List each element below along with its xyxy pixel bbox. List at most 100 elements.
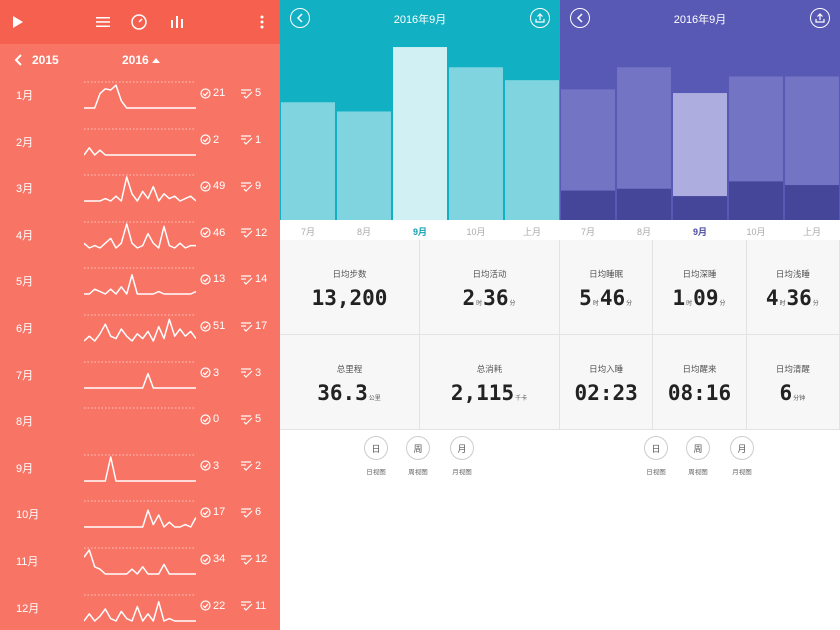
stat-unit: 时: [476, 301, 483, 307]
month-bar[interactable]: [281, 102, 335, 220]
check-list-icon: [241, 275, 253, 285]
caret-up-icon[interactable]: [152, 57, 160, 63]
chevron-left-icon[interactable]: [13, 54, 23, 66]
month-label: 2月: [16, 136, 34, 149]
month-row[interactable]: 5月 13 14: [0, 262, 280, 308]
month-tab[interactable]: 10月: [728, 225, 784, 238]
check-count: 12: [240, 553, 267, 565]
month-sparkline: [84, 128, 196, 156]
month-row[interactable]: 11月 34 12: [0, 542, 280, 588]
month-tab[interactable]: 上月: [784, 225, 840, 238]
month-row[interactable]: 3月 49 9: [0, 169, 280, 215]
month-row[interactable]: 2月 2 1: [0, 123, 280, 169]
month-label: 7月: [16, 369, 34, 382]
month-bar[interactable]: [393, 47, 447, 220]
month-tab[interactable]: 8月: [336, 225, 392, 238]
stat-value: 5时46分: [560, 286, 652, 310]
month-sparkline: [84, 407, 196, 409]
month-row[interactable]: 7月 3 3: [0, 356, 280, 402]
month-tab[interactable]: 7月: [560, 225, 616, 238]
stat-number: 2,115: [450, 381, 515, 405]
sleep-header: 2016年9月: [560, 0, 840, 36]
month-bar[interactable]: [505, 80, 559, 220]
month-tab[interactable]: 9月: [672, 225, 728, 238]
month-row[interactable]: 9月 3 2: [0, 449, 280, 495]
month-tab[interactable]: 8月: [616, 225, 672, 238]
stat-unit: 分钟: [793, 396, 806, 402]
goal-count: 17: [200, 506, 225, 518]
month-row[interactable]: 4月 46 12: [0, 216, 280, 262]
steps-stats-grid: 日均步数 13,200 日均活动 2时36分 总里程 36.3公里 总消耗 2,115千卡: [280, 240, 560, 430]
view-button-week[interactable]: 周: [406, 436, 430, 460]
check-list-icon: [241, 415, 253, 425]
stat-label: 总消耗: [476, 364, 503, 374]
view-label: 日视图: [366, 469, 386, 476]
stat-cell: 总里程 36.3公里: [280, 335, 420, 430]
check-count: 1: [240, 134, 261, 146]
month-bar[interactable]: [337, 111, 391, 220]
month-label: 4月: [16, 229, 34, 242]
view-label: 周视图: [408, 469, 428, 476]
sleep-panel: 2016年9月 7月 8月 9月 10月 上月 日均睡眠 5时46分 日均深睡 1时09分 日均…: [560, 0, 840, 630]
view-button-week[interactable]: 周: [686, 436, 710, 460]
stat-unit: 公里: [368, 396, 381, 402]
month-row[interactable]: 8月 0 5: [0, 402, 280, 448]
check-count-value: 12: [255, 226, 268, 239]
month-sparkline: [84, 454, 196, 482]
month-sparkline: [84, 547, 196, 575]
view-button-month[interactable]: 月: [450, 436, 474, 460]
steps-header: 2016年9月: [280, 0, 560, 36]
month-tab[interactable]: 7月: [280, 225, 336, 238]
month-bar[interactable]: [449, 67, 503, 220]
stat-cell: 日均活动 2时36分: [420, 240, 560, 335]
view-button-day[interactable]: 日: [644, 436, 668, 460]
stat-unit: 分: [719, 301, 726, 307]
current-year-label[interactable]: 2016: [122, 53, 149, 67]
share-button[interactable]: [810, 8, 830, 28]
view-button-day[interactable]: 日: [364, 436, 388, 460]
deep-sleep-bar: [617, 188, 671, 220]
month-sparkline: [84, 361, 196, 389]
month-row[interactable]: 12月 22 11: [0, 589, 280, 630]
bar-chart-icon[interactable]: [168, 13, 186, 31]
share-icon: [815, 13, 825, 23]
month-label: 5月: [16, 276, 34, 289]
month-label: 11月: [16, 556, 39, 568]
month-row[interactable]: 10月 17 6: [0, 495, 280, 541]
stat-cell: 日均醒来 08:16: [653, 335, 747, 430]
month-tab[interactable]: 10月: [448, 225, 504, 238]
month-row[interactable]: 1月 21 5: [0, 76, 280, 122]
list-icon[interactable]: [94, 13, 112, 31]
month-row[interactable]: 6月 51 17: [0, 309, 280, 355]
goal-count: 13: [200, 273, 225, 285]
share-button[interactable]: [530, 8, 550, 28]
sleep-bar-chart: [560, 36, 840, 220]
stat-value: 1时09分: [653, 286, 745, 310]
stat-number: 2: [462, 286, 476, 310]
stat-cell: 日均睡眠 5时46分: [560, 240, 654, 335]
month-tab[interactable]: 9月: [392, 225, 448, 238]
play-icon[interactable]: [10, 12, 26, 32]
check-circle-icon: [200, 367, 211, 378]
stat-unit: 时: [779, 301, 786, 307]
stat-cell: 日均清醒 6分钟: [746, 335, 840, 430]
stat-unit: 时: [592, 301, 599, 307]
stat-number: 4: [765, 286, 779, 310]
check-count-value: 5: [255, 87, 262, 99]
month-tab[interactable]: 上月: [504, 225, 560, 238]
prev-year-button[interactable]: 2015: [32, 53, 59, 67]
steps-panel: 2016年9月 7月 8月 9月 10月 上月 日均步数 13,200 日均活动 2时36分总…: [280, 0, 560, 630]
stat-unit: 分: [812, 301, 819, 307]
view-label: 周视图: [688, 469, 708, 476]
goal-count: 34: [200, 553, 225, 565]
check-list-icon: [241, 182, 253, 192]
view-button-month[interactable]: 月: [730, 436, 754, 460]
stat-label: 总里程: [336, 364, 363, 374]
check-list-icon: [241, 88, 253, 99]
check-count: 5: [240, 413, 261, 425]
gauge-icon[interactable]: [130, 13, 148, 31]
check-count: 17: [240, 320, 267, 332]
more-menu-icon[interactable]: [254, 13, 270, 31]
check-count-value: 6: [255, 506, 262, 519]
goal-count-value: 17: [213, 506, 226, 519]
